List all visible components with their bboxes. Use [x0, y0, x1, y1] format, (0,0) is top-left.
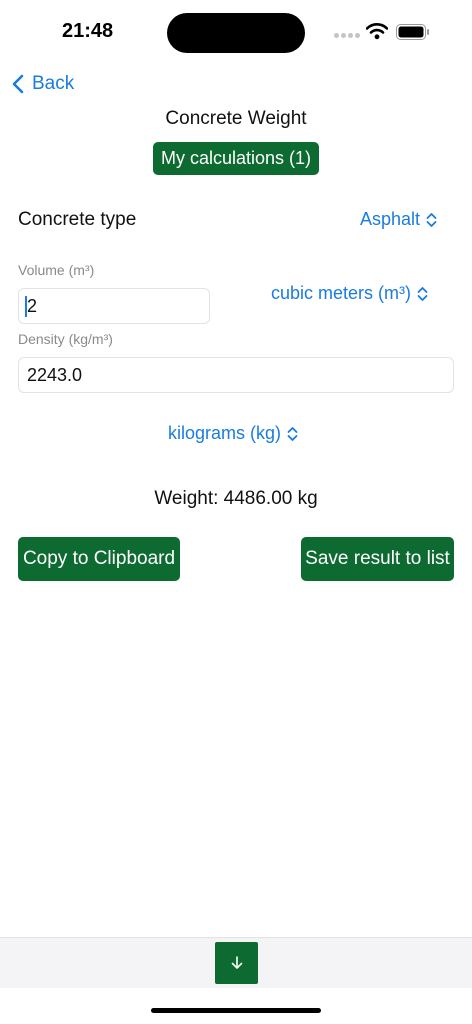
chevron-up-down-icon [417, 286, 428, 301]
chevron-up-down-icon [426, 212, 437, 227]
weight-unit-value: kilograms (kg) [168, 423, 282, 443]
chevron-up-down-icon [287, 426, 298, 441]
back-button[interactable]: Back [12, 70, 74, 98]
status-bar: 21:48 [0, 0, 472, 64]
volume-label: Volume (m³) [18, 262, 95, 278]
back-label: Back [32, 73, 75, 94]
scroll-down-button[interactable] [215, 942, 258, 984]
weight-result: Weight: 4486.00 kg [154, 488, 318, 509]
battery-icon [396, 24, 429, 40]
wifi-icon [366, 23, 388, 40]
density-input[interactable] [18, 357, 454, 393]
volume-unit-value: cubic meters (m³) [271, 283, 412, 303]
density-label: Density (kg/m³) [18, 331, 113, 347]
concrete-type-value: Asphalt [360, 209, 421, 229]
concrete-type-label: Concrete type [18, 209, 137, 230]
my-calculations-button[interactable]: My calculations (1) [153, 142, 319, 175]
signal-dots-icon [334, 33, 360, 38]
arrow-down-icon [231, 956, 242, 969]
bottom-bar [0, 937, 472, 988]
volume-input[interactable] [18, 288, 210, 324]
dynamic-island [167, 13, 305, 53]
copy-to-clipboard-button[interactable]: Copy to Clipboard [18, 537, 180, 581]
text-cursor [25, 296, 27, 317]
volume-unit-picker[interactable]: cubic meters (m³) [271, 283, 428, 304]
chevron-left-icon [12, 74, 24, 94]
save-result-button[interactable]: Save result to list [301, 537, 454, 581]
home-indicator [151, 1008, 321, 1013]
weight-unit-picker[interactable]: kilograms (kg) [168, 423, 298, 444]
concrete-type-picker[interactable]: Asphalt [360, 209, 437, 230]
page-title: Concrete Weight [165, 108, 307, 129]
status-time: 21:48 [62, 20, 114, 42]
